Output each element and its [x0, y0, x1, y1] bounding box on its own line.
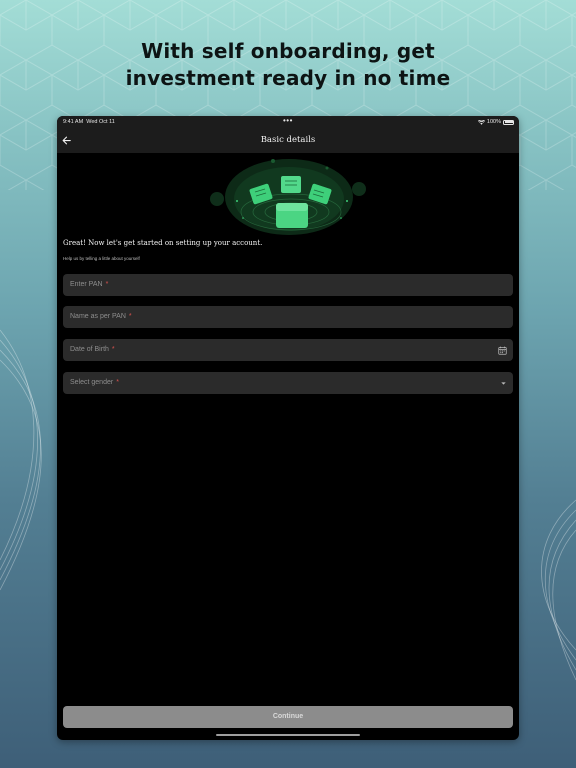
caret-down-icon	[501, 381, 506, 385]
headline-line-1: With self onboarding, get	[141, 39, 435, 63]
status-time-date: 9:41 AM Wed Oct 11	[63, 116, 115, 128]
page-title: Basic details	[260, 135, 316, 145]
calendar-icon	[498, 346, 507, 355]
dob-picker-button[interactable]	[498, 339, 507, 361]
gender-placeholder: Select gender	[70, 379, 114, 386]
status-right: 100%	[477, 116, 514, 128]
name-placeholder: Name as per PAN	[70, 313, 126, 320]
continue-button[interactable]: Continue	[63, 706, 513, 728]
pan-input[interactable]: Enter PAN *	[63, 274, 513, 296]
status-date: Wed Oct 11	[86, 119, 115, 125]
required-mark: *	[116, 379, 119, 386]
gender-select[interactable]: Select gender *	[63, 372, 513, 394]
promo-headline: With self onboarding, get investment rea…	[0, 38, 576, 92]
required-mark: *	[105, 281, 109, 288]
multitasking-dots[interactable]: •••	[283, 116, 293, 126]
dob-input[interactable]: Date of Birth *	[63, 339, 513, 361]
wifi-icon	[477, 119, 485, 125]
wallet-documents-illustration	[210, 159, 366, 235]
pan-placeholder: Enter PAN	[70, 281, 103, 288]
battery-icon	[503, 119, 514, 125]
required-mark: *	[111, 346, 115, 353]
gender-dropdown-toggle[interactable]	[500, 372, 507, 394]
name-input[interactable]: Name as per PAN *	[63, 306, 513, 328]
device-screen: 9:41 AM Wed Oct 11 ••• 100% Basic detail…	[57, 116, 519, 740]
back-button[interactable]	[62, 128, 76, 153]
dob-placeholder: Date of Birth	[70, 346, 109, 353]
nav-bar: Basic details	[57, 128, 519, 153]
headline-line-2: investment ready in no time	[125, 66, 451, 90]
intro-title: Great! Now let's get started on setting …	[63, 239, 263, 247]
home-indicator[interactable]	[216, 734, 360, 736]
intro-subtitle: Help us by telling a little about yourse…	[63, 256, 140, 261]
status-bar: 9:41 AM Wed Oct 11 ••• 100%	[57, 116, 519, 128]
arrow-left-icon	[62, 136, 71, 145]
battery-percent: 100%	[486, 119, 501, 125]
status-time: 9:41 AM	[63, 119, 84, 125]
required-mark: *	[128, 313, 132, 320]
